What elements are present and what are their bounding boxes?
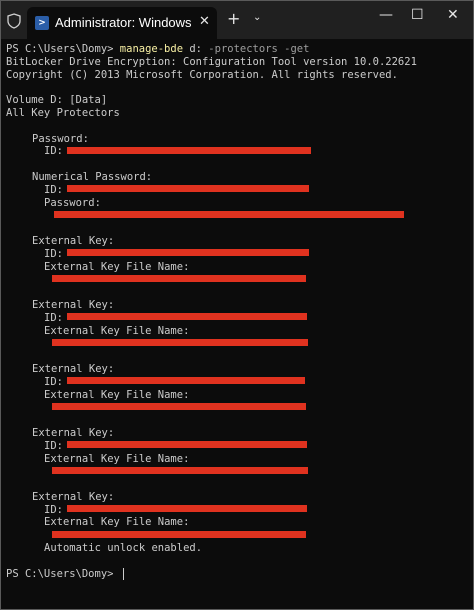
id-label: ID: [44,145,63,158]
banner-line: BitLocker Drive Encryption: Configuratio… [6,55,417,68]
file-name-label: External Key File Name: [44,388,190,401]
file-name-label: External Key File Name: [44,452,190,465]
close-window-button[interactable]: ✕ [447,7,459,23]
all-protectors-line: All Key Protectors [6,106,120,119]
redaction-bar [52,274,306,282]
id-line: ID: [6,440,473,453]
chevron-down-icon[interactable]: ⌄ [253,12,261,23]
title-bar: > Administrator: Windows PowerShell ✕ + … [1,1,473,39]
copyright-line: Copyright (C) 2013 Microsoft Corporation… [6,68,398,81]
id-line: ID: [6,376,473,389]
terminal-window: > Administrator: Windows PowerShell ✕ + … [0,0,474,610]
maximize-button[interactable]: ☐ [411,7,424,23]
id-label: ID: [44,247,63,260]
redaction-bar [66,313,307,321]
password-line: Password: [6,197,473,210]
protector-header: Password: [32,132,89,145]
command-params: -protectors -get [201,43,310,55]
protector-header: External Key: [32,362,115,375]
protector-header: External Key: [32,298,115,311]
redaction-bar [66,377,305,385]
file-name-line: External Key File Name: [6,453,473,466]
redaction-bar [52,466,308,474]
file-name-line: External Key File Name: [6,261,473,274]
redaction-bar [66,249,309,257]
text-cursor [122,567,124,580]
redaction-bar [54,210,404,218]
shield-icon [7,13,21,29]
protector-header: External Key: [32,490,115,503]
file-name-label: External Key File Name: [44,516,190,529]
protector-header: External Key: [32,426,115,439]
close-icon[interactable]: ✕ [199,14,210,29]
redaction-bar [66,185,309,193]
id-line: ID: [6,312,473,325]
file-name-value-line [6,273,473,286]
tab-title: Administrator: Windows PowerShell [55,15,195,30]
redaction-bar [52,402,306,410]
prompt-line[interactable]: PS C:\Users\Domy> [6,567,473,581]
new-tab-button[interactable]: + [227,10,240,28]
redaction-bar [66,146,311,154]
id-line: ID: [6,145,473,158]
password-value-line [6,209,473,222]
command-line: PS C:\Users\Domy> manage-bde d: -protect… [6,43,473,56]
id-label: ID: [44,439,63,452]
volume-line: Volume D: [Data] [6,94,108,107]
redaction-bar [52,530,306,538]
file-name-value-line [6,529,473,542]
file-name-line: External Key File Name: [6,516,473,529]
id-line: ID: [6,184,473,197]
redaction-bar [66,505,307,513]
tab-powershell[interactable]: > Administrator: Windows PowerShell ✕ [27,7,217,39]
command-name: manage-bde [119,43,184,55]
terminal-output[interactable]: PS C:\Users\Domy> manage-bde d: -protect… [1,39,473,609]
id-line: ID: [6,248,473,261]
file-name-label: External Key File Name: [44,324,190,337]
auto-unlock-line: Automatic unlock enabled. [44,542,203,555]
redaction-bar [52,338,308,346]
id-label: ID: [44,503,63,516]
command-args: d: [183,43,202,55]
file-name-value-line [6,401,473,414]
redaction-bar [66,441,307,449]
id-label: ID: [44,311,63,324]
id-line: ID: [6,504,473,517]
prompt: PS C:\Users\Domy> [6,43,120,55]
protector-header: External Key: [32,234,115,247]
password-label: Password: [44,196,101,209]
minimize-button[interactable]: — [379,7,393,23]
file-name-label: External Key File Name: [44,260,190,273]
prompt: PS C:\Users\Domy> [6,567,120,580]
id-label: ID: [44,375,63,388]
protector-header: Numerical Password: [32,170,153,183]
id-label: ID: [44,183,63,196]
file-name-value-line [6,337,473,350]
powershell-icon: > [35,16,49,30]
file-name-line: External Key File Name: [6,325,473,338]
file-name-value-line [6,465,473,478]
file-name-line: External Key File Name: [6,389,473,402]
